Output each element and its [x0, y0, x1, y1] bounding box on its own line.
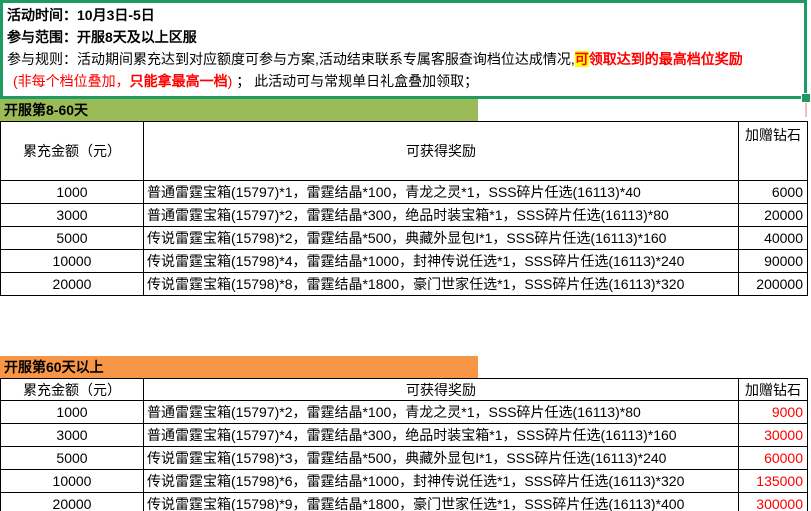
rules-text: 参与规则：活动期间累充达到对应额度可参与方案,活动结束联系专属客服查询档位达成情… [7, 51, 575, 67]
header-amount-cell[interactable]: 累充金额（元） [1, 379, 144, 401]
reward-cell[interactable]: 传说雷霆宝箱(15798)*2，雷霆结晶*500，典藏外显包I*1，SSS碎片任… [144, 227, 739, 250]
rules-bold-red-text: 领取达到的最高档位奖励 [589, 51, 743, 67]
header-reward-cell[interactable]: 可获得奖励 [144, 379, 739, 401]
activity-rules-line: 参与规则：活动期间累充达到对应额度可参与方案,活动结束联系专属客服查询档位达成情… [7, 48, 802, 70]
table-header-row: 累充金额（元） 可获得奖励 加赠钻石 [1, 122, 808, 181]
reward-cell[interactable]: 传说雷霆宝箱(15798)*6，雷霆结晶*1000，封神传说任选*1，SSS碎片… [144, 470, 739, 493]
bonus-cell[interactable]: 60000 [739, 447, 808, 470]
rules-highlighted-char: 可 [575, 51, 589, 67]
spreadsheet: 活动时间：10月3日-5日 参与范围：开服8天及以上区服 参与规则：活动期间累充… [0, 0, 811, 511]
bonus-cell[interactable]: 300000 [739, 493, 808, 511]
note-black-text: ； 此活动可与常规单日礼盒叠加领取； [236, 73, 478, 89]
table-row: 20000 传说雷霆宝箱(15798)*9，雷霆结晶*1800，豪门世家任选*1… [1, 493, 808, 511]
note-red-bold-text: 只能拿最高一档 [130, 73, 228, 89]
bonus-cell[interactable]: 135000 [739, 470, 808, 493]
amount-cell[interactable]: 1000 [1, 181, 144, 204]
recharge-table-day8-60: 累充金额（元） 可获得奖励 加赠钻石 1000 普通雷霆宝箱(15797)*1，… [0, 121, 808, 296]
selection-fill-handle[interactable] [801, 93, 811, 103]
bonus-cell[interactable]: 6000 [739, 181, 808, 204]
amount-cell[interactable]: 5000 [1, 447, 144, 470]
reward-cell[interactable]: 传说雷霆宝箱(15798)*9，雷霆结晶*1800，豪门世家任选*1，SSS碎片… [144, 493, 739, 511]
header-bonus-cell[interactable]: 加赠钻石 [739, 379, 808, 401]
bonus-cell[interactable]: 9000 [739, 401, 808, 424]
reward-cell[interactable]: 普通雷霆宝箱(15797)*1，雷霆结晶*100，青龙之灵*1，SSS碎片任选(… [144, 181, 739, 204]
activity-time-line: 活动时间：10月3日-5日 [7, 4, 802, 26]
section-header-day60plus[interactable]: 开服第60天以上 [0, 356, 478, 378]
reward-cell[interactable]: 普通雷霆宝箱(15797)*2，雷霆结晶*300，绝品时装宝箱*1，SSS碎片任… [144, 204, 739, 227]
amount-cell[interactable]: 20000 [1, 493, 144, 511]
amount-cell[interactable]: 10000 [1, 250, 144, 273]
reward-cell[interactable]: 传说雷霆宝箱(15798)*4，雷霆结晶*1000，封神传说任选*1，SSS碎片… [144, 250, 739, 273]
table-row: 5000 传说雷霆宝箱(15798)*3，雷霆结晶*500，典藏外显包I*1，S… [1, 447, 808, 470]
amount-cell[interactable]: 3000 [1, 204, 144, 227]
section-header-day8-60[interactable]: 开服第8-60天 [0, 99, 478, 121]
header-amount-cell[interactable]: 累充金额（元） [1, 122, 144, 181]
amount-cell[interactable]: 10000 [1, 470, 144, 493]
bonus-cell[interactable]: 40000 [739, 227, 808, 250]
header-reward-cell[interactable]: 可获得奖励 [144, 122, 739, 181]
reward-cell[interactable]: 普通雷霆宝箱(15797)*4，雷霆结晶*300，绝品时装宝箱*1，SSS碎片任… [144, 424, 739, 447]
reward-cell[interactable]: 传说雷霆宝箱(15798)*3，雷霆结晶*500，典藏外显包I*1，SSS碎片任… [144, 447, 739, 470]
amount-cell[interactable]: 5000 [1, 227, 144, 250]
reward-cell[interactable]: 普通雷霆宝箱(15797)*2，雷霆结晶*100，青龙之灵*1，SSS碎片任选(… [144, 401, 739, 424]
table-row: 3000 普通雷霆宝箱(15797)*2，雷霆结晶*300，绝品时装宝箱*1，S… [1, 204, 808, 227]
note-red-close: ) [228, 73, 237, 89]
reward-cell[interactable]: 传说雷霆宝箱(15798)*8，雷霆结晶*1800，豪门世家任选*1，SSS碎片… [144, 273, 739, 296]
table-row: 3000 普通雷霆宝箱(15797)*4，雷霆结晶*300，绝品时装宝箱*1，S… [1, 424, 808, 447]
activity-note-line: (非每个档位叠加，只能拿最高一档) ； 此活动可与常规单日礼盒叠加领取； [7, 70, 802, 92]
activity-info-cell[interactable]: 活动时间：10月3日-5日 参与范围：开服8天及以上区服 参与规则：活动期间累充… [0, 0, 807, 99]
header-bonus-cell[interactable]: 加赠钻石 [739, 122, 808, 181]
bonus-cell[interactable]: 30000 [739, 424, 808, 447]
table-row: 1000 普通雷霆宝箱(15797)*1，雷霆结晶*100，青龙之灵*1，SSS… [1, 181, 808, 204]
table-row: 1000 普通雷霆宝箱(15797)*2，雷霆结晶*100，青龙之灵*1，SSS… [1, 401, 808, 424]
bonus-cell[interactable]: 200000 [739, 273, 808, 296]
table-row: 10000 传说雷霆宝箱(15798)*4，雷霆结晶*1000，封神传说任选*1… [1, 250, 808, 273]
adjacent-cell-border [805, 103, 807, 117]
amount-cell[interactable]: 1000 [1, 401, 144, 424]
bonus-cell[interactable]: 90000 [739, 250, 808, 273]
recharge-table-day60plus: 累充金额（元） 可获得奖励 加赠钻石 1000 普通雷霆宝箱(15797)*2，… [0, 378, 808, 511]
activity-scope-line: 参与范围：开服8天及以上区服 [7, 26, 802, 48]
table-header-row: 累充金额（元） 可获得奖励 加赠钻石 [1, 379, 808, 401]
table-row: 10000 传说雷霆宝箱(15798)*6，雷霆结晶*1000，封神传说任选*1… [1, 470, 808, 493]
table-row: 20000 传说雷霆宝箱(15798)*8，雷霆结晶*1800，豪门世家任选*1… [1, 273, 808, 296]
bonus-cell[interactable]: 20000 [739, 204, 808, 227]
note-red-text: (非每个档位叠加， [13, 73, 130, 89]
amount-cell[interactable]: 3000 [1, 424, 144, 447]
amount-cell[interactable]: 20000 [1, 273, 144, 296]
table-row: 5000 传说雷霆宝箱(15798)*2，雷霆结晶*500，典藏外显包I*1，S… [1, 227, 808, 250]
